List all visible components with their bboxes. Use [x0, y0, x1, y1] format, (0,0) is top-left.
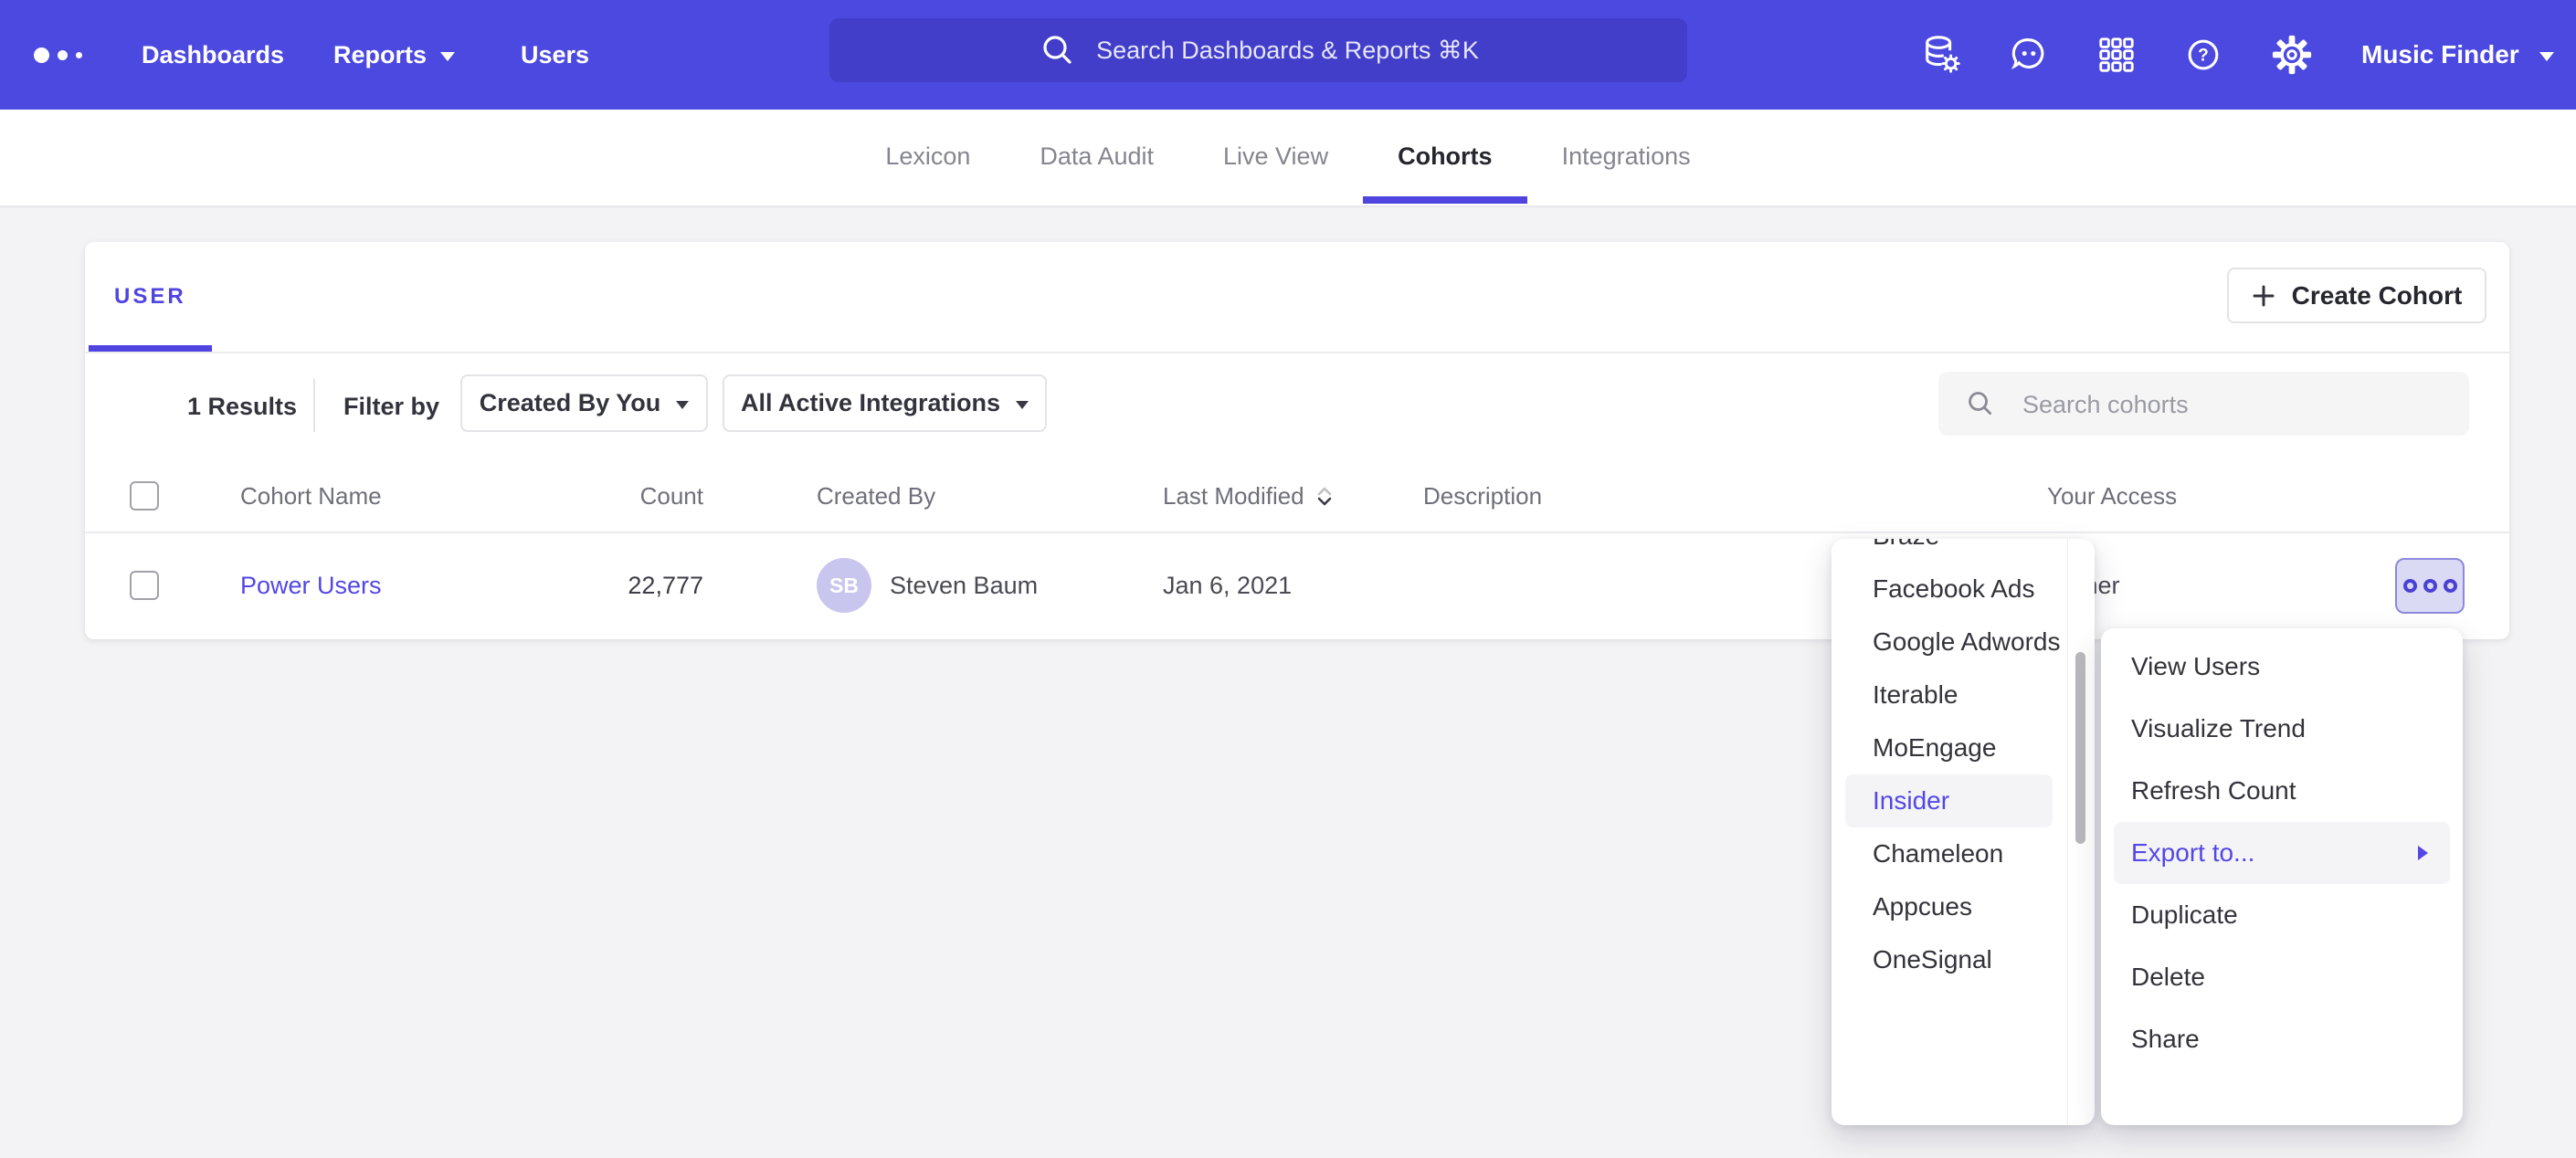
chevron-down-icon: [2539, 52, 2554, 61]
avatar: SB: [817, 558, 871, 613]
more-dots-icon: [2423, 579, 2437, 593]
menu-item-facebook-ads[interactable]: Facebook Ads: [1845, 563, 2053, 616]
chevron-right-icon: [2418, 846, 2428, 860]
chevron-down-icon: [676, 401, 689, 409]
menu-item-delete[interactable]: Delete: [2101, 946, 2463, 1008]
row-checkbox[interactable]: [130, 571, 159, 600]
col-last-modified[interactable]: Last Modified: [1163, 461, 1334, 532]
cohort-name-link[interactable]: Power Users: [240, 572, 382, 600]
divider: [313, 379, 315, 432]
feedback-icon[interactable]: [2008, 34, 2050, 76]
plus-icon: [2252, 284, 2275, 308]
tab-label: Data Audit: [1040, 142, 1154, 171]
nav-users-label: Users: [521, 41, 589, 69]
filter-created-by-value: Created By You: [480, 389, 661, 417]
col-created-by[interactable]: Created By: [817, 461, 935, 532]
col-description[interactable]: Description: [1423, 461, 1542, 532]
settings-gear-icon[interactable]: [2271, 34, 2313, 76]
menu-item-google-adwords[interactable]: Google Adwords: [1845, 616, 2053, 668]
col-last-modified-label: Last Modified: [1163, 482, 1304, 511]
divider: [85, 352, 2509, 353]
tab-label: Cohorts: [1398, 142, 1493, 171]
create-cohort-label: Create Cohort: [2292, 281, 2463, 311]
tab-label: Live View: [1223, 142, 1328, 171]
col-count[interactable]: Count: [548, 461, 703, 532]
user-tab-label: USER: [114, 284, 186, 310]
menu-item-chameleon[interactable]: Chameleon: [1845, 827, 2053, 880]
menu-item-onesignal[interactable]: OneSignal: [1845, 933, 2053, 986]
tab-data-audit[interactable]: Data Audit: [1005, 110, 1188, 204]
menu-item-duplicate[interactable]: Duplicate: [2101, 884, 2463, 946]
menu-item-appcues[interactable]: Appcues: [1845, 880, 2053, 933]
search-icon: [1038, 30, 1078, 70]
select-all-checkbox[interactable]: [130, 481, 159, 511]
results-count: 1 Results: [187, 352, 297, 461]
tab-integrations[interactable]: Integrations: [1527, 110, 1726, 204]
menu-item-share[interactable]: Share: [2101, 1008, 2463, 1070]
filter-integrations-value: All Active Integrations: [741, 389, 1000, 417]
scrollbar-thumb[interactable]: [2075, 652, 2085, 844]
chevron-down-icon: [440, 52, 455, 61]
filter-integrations-dropdown[interactable]: All Active Integrations: [723, 374, 1047, 432]
nav-dashboards[interactable]: Dashboards: [142, 0, 284, 110]
nav-users[interactable]: Users: [521, 0, 589, 110]
menu-item-view-users[interactable]: View Users: [2101, 636, 2463, 698]
menu-item-visualize-trend[interactable]: Visualize Trend: [2101, 698, 2463, 760]
data-settings-icon[interactable]: [1921, 34, 1963, 76]
created-by-cell: SB Steven Baum: [817, 532, 1038, 639]
nav-reports-label: Reports: [333, 41, 427, 69]
sort-desc-icon: [1315, 486, 1334, 508]
row-actions-button[interactable]: [2395, 558, 2465, 614]
chevron-down-icon: [1016, 401, 1029, 409]
count-cell: 22,777: [548, 532, 703, 639]
apps-grid-icon[interactable]: [2096, 34, 2138, 76]
cohort-search-input[interactable]: [2021, 372, 2454, 437]
cohorts-card: USER Create Cohort 1 Results Filter by C…: [85, 242, 2509, 639]
export-submenu: Braze Facebook Ads Google Adwords Iterab…: [1832, 539, 2095, 1125]
help-icon[interactable]: ?: [2182, 34, 2224, 76]
row-context-menu: View Users Visualize Trend Refresh Count…: [2101, 628, 2463, 1125]
top-nav: Dashboards Reports Users Search Dashboar…: [0, 0, 2576, 110]
tab-label: Lexicon: [885, 142, 970, 171]
scrollbar-track: [2067, 539, 2068, 1125]
cohort-name-cell: Power Users: [240, 532, 382, 639]
menu-item-moengage[interactable]: MoEngage: [1845, 721, 2053, 774]
nav-dashboards-label: Dashboards: [142, 41, 284, 69]
tab-label: Integrations: [1562, 142, 1691, 171]
create-cohort-button[interactable]: Create Cohort: [2227, 268, 2486, 323]
filter-by-label: Filter by: [343, 352, 439, 461]
menu-item-braze[interactable]: Braze: [1845, 539, 2053, 563]
menu-item-export-to[interactable]: Export to...: [2114, 822, 2450, 884]
created-by-name: Steven Baum: [890, 572, 1038, 600]
divider: [85, 532, 2509, 533]
svg-text:?: ?: [2198, 47, 2209, 66]
more-dots-icon: [2403, 579, 2417, 593]
menu-item-iterable[interactable]: Iterable: [1845, 668, 2053, 721]
nav-reports[interactable]: Reports: [333, 0, 455, 110]
more-dots-icon: [2444, 579, 2457, 593]
col-your-access[interactable]: Your Access: [2047, 461, 2177, 532]
search-icon: [1964, 387, 1997, 420]
global-search-input[interactable]: Search Dashboards & Reports ⌘K: [829, 18, 1687, 82]
menu-item-insider[interactable]: Insider: [1845, 774, 2053, 827]
cohort-search: [1938, 372, 2469, 436]
cohorts-page: Dashboards Reports Users Search Dashboar…: [0, 0, 2576, 1158]
export-to-label: Export to...: [2131, 822, 2254, 884]
tab-cohorts[interactable]: Cohorts: [1363, 110, 1527, 204]
project-name: Music Finder: [2361, 40, 2519, 69]
tab-live-view[interactable]: Live View: [1188, 110, 1363, 204]
global-search-placeholder: Search Dashboards & Reports ⌘K: [1096, 37, 1479, 65]
tab-lexicon[interactable]: Lexicon: [850, 110, 1005, 204]
section-tabbar: Lexicon Data Audit Live View Cohorts Int…: [0, 110, 2576, 207]
menu-item-refresh-count[interactable]: Refresh Count: [2101, 760, 2463, 822]
filter-created-by-dropdown[interactable]: Created By You: [460, 374, 708, 432]
mixpanel-logo-icon[interactable]: [34, 0, 82, 110]
col-cohort-name[interactable]: Cohort Name: [240, 461, 382, 532]
tab-user-cohorts[interactable]: USER: [89, 242, 212, 352]
project-selector[interactable]: Music Finder: [2361, 0, 2554, 110]
last-modified-cell: Jan 6, 2021: [1163, 532, 1292, 639]
